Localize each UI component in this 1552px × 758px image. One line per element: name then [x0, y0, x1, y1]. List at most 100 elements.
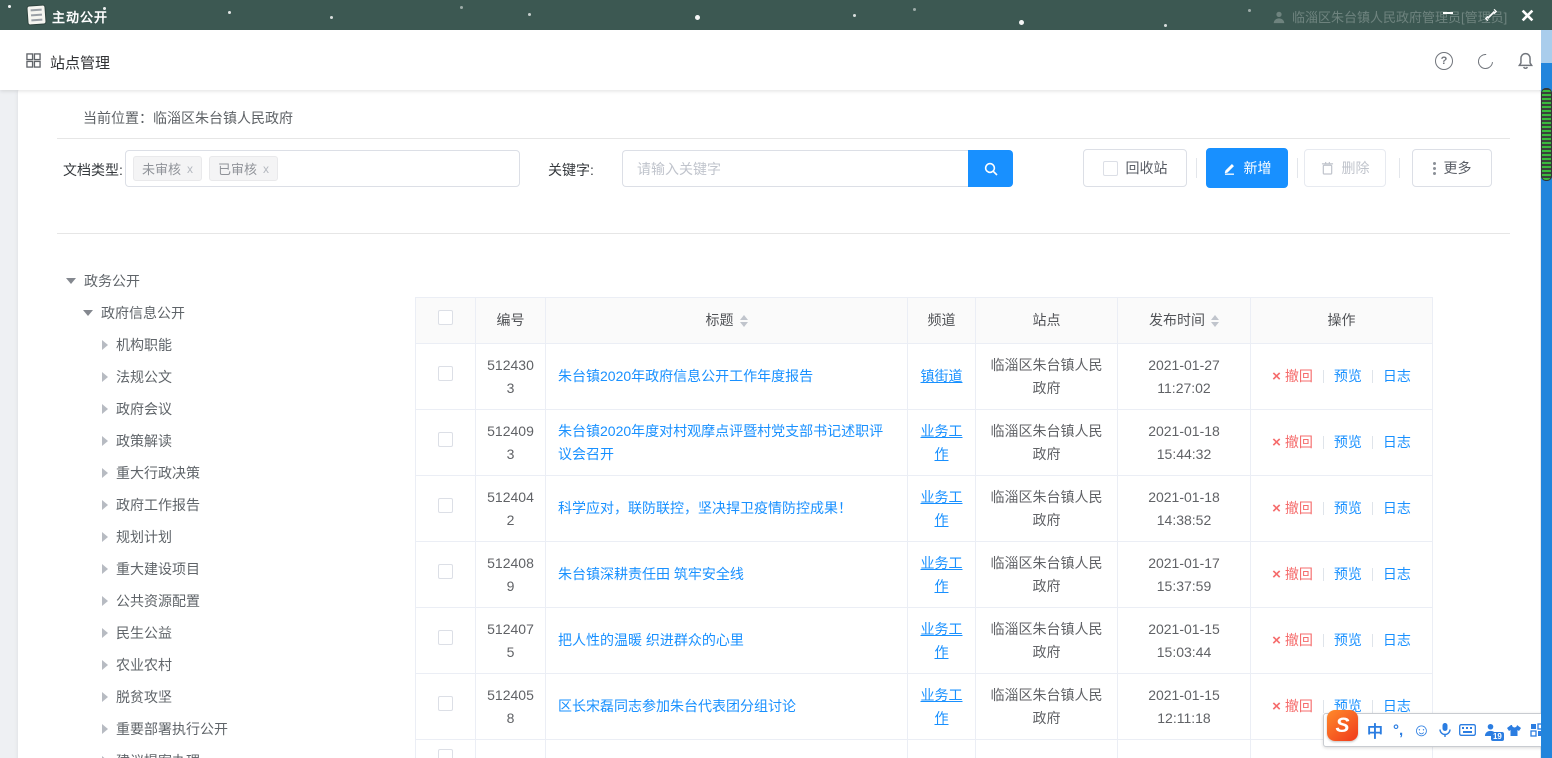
preview-link[interactable]: 预览: [1334, 500, 1362, 516]
withdraw-link[interactable]: ×撤回: [1272, 500, 1313, 516]
ime-skin-icon[interactable]: [1505, 719, 1523, 741]
apps-grid-icon[interactable]: [26, 53, 41, 71]
row-checkbox[interactable]: [438, 749, 453, 758]
caret-right-icon[interactable]: [102, 724, 108, 734]
caret-right-icon[interactable]: [102, 628, 108, 638]
ime-mic-icon[interactable]: [1436, 719, 1454, 741]
caret-right-icon[interactable]: [102, 340, 108, 350]
channel-link[interactable]: 业务工作: [921, 687, 963, 726]
tree-item[interactable]: 政府工作报告: [48, 489, 418, 521]
doc-title-link[interactable]: 科学应对，联防联控，坚决捍卫疫情防控成果！: [558, 500, 852, 516]
ime-language-mode-icon[interactable]: 中: [1366, 719, 1384, 741]
log-link[interactable]: 日志: [1383, 698, 1411, 714]
withdraw-link[interactable]: ×撤回: [1272, 632, 1313, 648]
log-link[interactable]: 日志: [1383, 500, 1411, 516]
minimize-button[interactable]: [1436, 4, 1460, 26]
preview-link[interactable]: 预览: [1334, 434, 1362, 450]
channel-link[interactable]: 业务工作: [921, 621, 963, 660]
refresh-icon[interactable]: [1476, 52, 1494, 70]
tree-item[interactable]: 政府信息公开: [48, 297, 418, 329]
row-checkbox[interactable]: [438, 696, 453, 711]
log-link[interactable]: 日志: [1383, 566, 1411, 582]
tag-close-icon[interactable]: x: [187, 162, 193, 176]
close-button[interactable]: [1515, 4, 1539, 26]
scrollbar-thumb[interactable]: [1541, 88, 1552, 181]
caret-right-icon[interactable]: [102, 404, 108, 414]
channel-link[interactable]: 业务工作: [921, 489, 963, 528]
ime-emoji-icon[interactable]: ☺: [1412, 719, 1430, 741]
search-button[interactable]: [968, 150, 1013, 187]
recycle-bin-button[interactable]: 回收站: [1083, 149, 1187, 187]
channel-link[interactable]: 镇街道: [921, 368, 963, 384]
withdraw-link[interactable]: ×撤回: [1272, 698, 1313, 714]
tree-item[interactable]: 重大行政决策: [48, 457, 418, 489]
more-button[interactable]: 更多: [1412, 149, 1492, 187]
channel-link[interactable]: 业务工作: [921, 423, 963, 462]
doc-title-link[interactable]: 区长宋磊同志参加朱台代表团分组讨论: [558, 698, 796, 714]
publish-time: 2021-01-18 15:44:32: [1148, 423, 1220, 462]
caret-right-icon[interactable]: [102, 500, 108, 510]
doc-title-link[interactable]: 朱台镇2020年度对村观摩点评暨村党支部书记述职评议会召开: [558, 423, 883, 462]
log-link[interactable]: 日志: [1383, 368, 1411, 384]
caret-right-icon[interactable]: [102, 596, 108, 606]
doc-title-link[interactable]: 朱台镇2020年政府信息公开工作年度报告: [558, 368, 813, 384]
ime-login-icon[interactable]: 19: [1482, 719, 1500, 741]
keyword-input[interactable]: [622, 150, 968, 187]
notification-bell-icon[interactable]: [1516, 52, 1534, 70]
caret-right-icon[interactable]: [102, 660, 108, 670]
row-checkbox[interactable]: [438, 366, 453, 381]
recycle-checkbox[interactable]: [1103, 161, 1118, 176]
caret-right-icon[interactable]: [102, 468, 108, 478]
caret-right-icon[interactable]: [102, 436, 108, 446]
withdraw-link[interactable]: ×撤回: [1272, 434, 1313, 450]
log-link[interactable]: 日志: [1383, 632, 1411, 648]
tree-item[interactable]: 民生公益: [48, 617, 418, 649]
tree-item[interactable]: 重要部署执行公开: [48, 713, 418, 745]
caret-down-icon[interactable]: [83, 310, 93, 316]
tree-item[interactable]: 重大建设项目: [48, 553, 418, 585]
withdraw-link[interactable]: ×撤回: [1272, 368, 1313, 384]
tree-item[interactable]: 脱贫攻坚: [48, 681, 418, 713]
help-icon[interactable]: ?: [1435, 52, 1453, 70]
tree-item[interactable]: 机构职能: [48, 329, 418, 361]
channel-link[interactable]: 业务工作: [921, 555, 963, 594]
tree-item[interactable]: 公共资源配置: [48, 585, 418, 617]
preview-link[interactable]: 预览: [1334, 632, 1362, 648]
tree-item[interactable]: 政府会议: [48, 393, 418, 425]
tree-item[interactable]: 政策解读: [48, 425, 418, 457]
doc-title-link[interactable]: 朱台镇深耕责任田 筑牢安全线: [558, 566, 744, 582]
add-button[interactable]: 新增: [1206, 148, 1288, 188]
ime-punctuation-icon[interactable]: °,: [1389, 719, 1407, 741]
log-link[interactable]: 日志: [1383, 434, 1411, 450]
withdraw-label: 撤回: [1285, 698, 1313, 714]
tag-close-icon[interactable]: x: [263, 162, 269, 176]
row-checkbox[interactable]: [438, 432, 453, 447]
row-checkbox[interactable]: [438, 630, 453, 645]
table-row: 5124075把人性的温暖 织进群众的心里业务工作临淄区朱台镇人民政府2021-…: [416, 608, 1433, 674]
tree-item[interactable]: 农业农村: [48, 649, 418, 681]
caret-right-icon[interactable]: [102, 532, 108, 542]
select-all-checkbox[interactable]: [438, 310, 453, 325]
tree-item[interactable]: 建议提案办理: [48, 745, 418, 758]
divider: [57, 233, 1510, 234]
delete-button[interactable]: 删除: [1304, 149, 1386, 187]
ime-keyboard-icon[interactable]: [1459, 719, 1477, 741]
row-checkbox[interactable]: [438, 498, 453, 513]
doc-type-select[interactable]: 未审核 x 已审核 x: [125, 150, 520, 187]
maximize-button[interactable]: [1479, 4, 1503, 26]
caret-right-icon[interactable]: [102, 372, 108, 382]
preview-link[interactable]: 预览: [1334, 566, 1362, 582]
sort-icon[interactable]: [1211, 315, 1219, 327]
tree-item[interactable]: 规划计划: [48, 521, 418, 553]
row-checkbox[interactable]: [438, 564, 453, 579]
withdraw-link[interactable]: ×撤回: [1272, 566, 1313, 582]
tree-item[interactable]: 政务公开: [48, 265, 418, 297]
caret-down-icon[interactable]: [66, 278, 76, 284]
tree-item[interactable]: 法规公文: [48, 361, 418, 393]
preview-link[interactable]: 预览: [1334, 368, 1362, 384]
sort-icon[interactable]: [740, 315, 748, 327]
caret-right-icon[interactable]: [102, 564, 108, 574]
sogou-logo-icon[interactable]: S: [1327, 710, 1358, 741]
doc-title-link[interactable]: 把人性的温暖 织进群众的心里: [558, 632, 744, 648]
caret-right-icon[interactable]: [102, 692, 108, 702]
